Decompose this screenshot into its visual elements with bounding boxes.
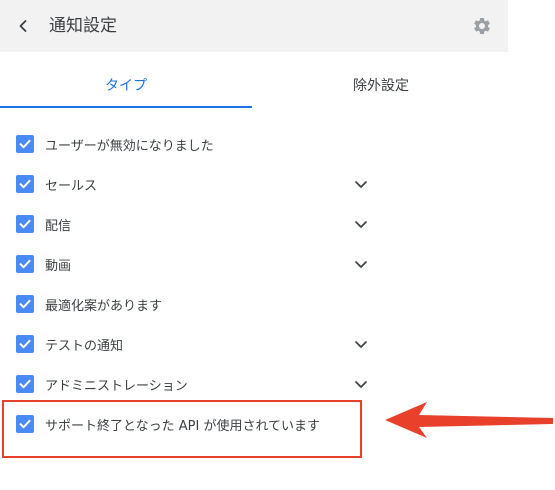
list-item-label: アドミニストレーション (45, 378, 188, 394)
active-tab-indicator (0, 106, 252, 108)
list-item-label: 配信 (45, 218, 72, 234)
list-item: 最適化案があります (0, 284, 400, 324)
list-item: アドミニストレーション (0, 364, 400, 404)
checkmark-icon (19, 339, 31, 349)
list-item: セールス (0, 164, 400, 204)
checkbox[interactable] (16, 375, 34, 393)
chevron-down-icon (355, 221, 367, 228)
expand-button[interactable] (352, 335, 370, 353)
chevron-down-icon (355, 181, 367, 188)
tab-bar: タイプ 除外設定 (0, 62, 508, 108)
annotation-highlight-box (2, 400, 362, 458)
expand-button[interactable] (352, 215, 370, 233)
checkbox[interactable] (16, 295, 34, 313)
expand-button[interactable] (352, 175, 370, 193)
checkmark-icon (19, 379, 31, 389)
checkmark-icon (19, 259, 31, 269)
chevron-left-icon (19, 20, 27, 32)
list-item: 動画 (0, 244, 400, 284)
chevron-down-icon (355, 261, 367, 268)
list-item-label: セールス (45, 178, 98, 194)
list-item-label: ユーザーが無効になりました (45, 138, 214, 154)
back-button[interactable] (12, 14, 34, 38)
chevron-down-icon (355, 381, 367, 388)
checkmark-icon (19, 219, 31, 229)
expand-button[interactable] (352, 255, 370, 273)
checkbox[interactable] (16, 335, 34, 353)
list-item-label: 最適化案があります (45, 298, 163, 314)
page-title: 通知設定 (49, 16, 117, 36)
app-header: 通知設定 (0, 0, 508, 52)
checkbox[interactable] (16, 255, 34, 273)
list-item: テストの通知 (0, 324, 400, 364)
tab-type[interactable]: タイプ (0, 62, 252, 108)
list-item: 配信 (0, 204, 400, 244)
checkbox[interactable] (16, 175, 34, 193)
checkbox[interactable] (16, 135, 34, 153)
checkmark-icon (19, 299, 31, 309)
list-item-label: テストの通知 (45, 338, 124, 354)
annotation-arrow-icon (385, 402, 553, 438)
checkbox[interactable] (16, 215, 34, 233)
gear-icon (474, 17, 490, 34)
list-item-label: 動画 (45, 258, 72, 274)
tab-exclusions[interactable]: 除外設定 (254, 62, 508, 108)
checkmark-icon (19, 179, 31, 189)
checkmark-icon (19, 139, 31, 149)
list-item: ユーザーが無効になりました (0, 124, 400, 164)
chevron-down-icon (355, 341, 367, 348)
settings-button[interactable] (472, 16, 492, 36)
expand-button[interactable] (352, 375, 370, 393)
